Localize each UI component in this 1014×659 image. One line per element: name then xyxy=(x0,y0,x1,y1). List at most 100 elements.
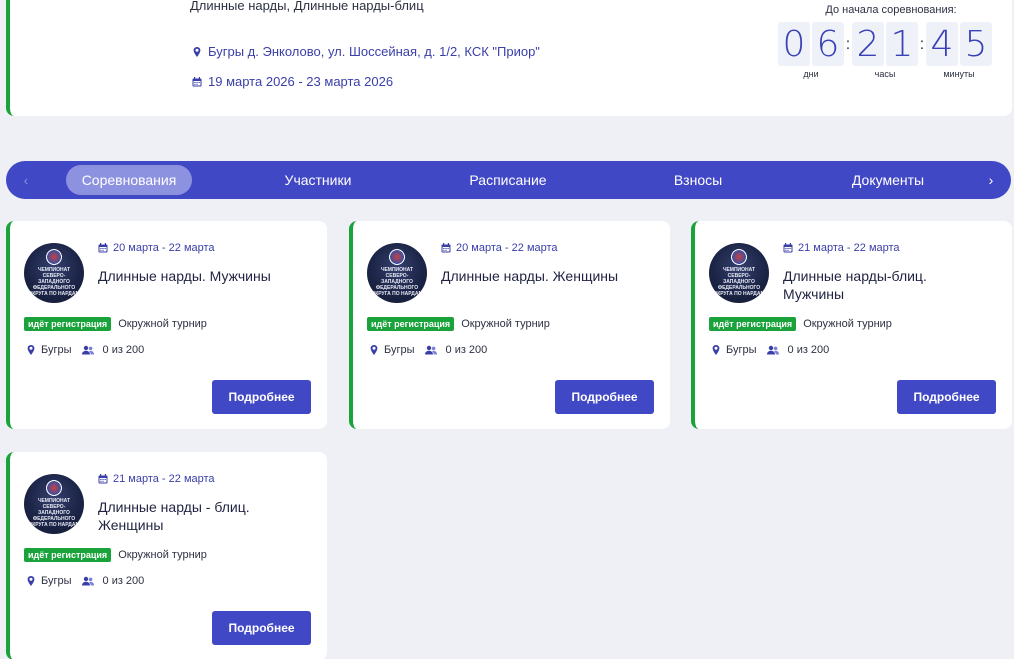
countdown-hours: 2 1 часы xyxy=(852,22,918,79)
competition-card[interactable]: ЧЕМПИОНАТ СЕВЕРО-ЗАПАДНОГО ФЕДЕРАЛЬНОГО … xyxy=(691,221,1012,429)
card-dates: 21 марта - 22 марта xyxy=(98,473,215,485)
countdown-digit: 4 xyxy=(926,22,958,66)
calendar-icon xyxy=(192,76,202,86)
map-pin-icon xyxy=(370,345,378,355)
card-dates-text: 20 марта - 22 марта xyxy=(113,242,215,254)
countdown-days: 0 6 дни xyxy=(778,22,844,79)
card-dates-text: 21 марта - 22 марта xyxy=(113,473,215,485)
countdown-digit: 6 xyxy=(812,22,844,66)
details-button[interactable]: Подробнее xyxy=(555,380,654,414)
status-badge: идёт регистрация xyxy=(709,317,797,331)
users-icon xyxy=(424,345,437,355)
calendar-icon xyxy=(441,243,451,253)
chevron-left-icon[interactable]: ‹ xyxy=(14,161,38,199)
countdown-minutes: 4 5 минуты xyxy=(926,22,992,79)
map-pin-icon xyxy=(712,345,720,355)
card-location: Бугры xyxy=(41,344,72,356)
tournament-type: Окружной турнир xyxy=(803,318,892,330)
days-label: дни xyxy=(803,69,819,79)
users-icon xyxy=(81,345,94,355)
card-location: Бугры xyxy=(726,344,757,356)
card-location: Бугры xyxy=(384,344,415,356)
tournament-dates: 19 марта 2026 - 23 марта 2026 xyxy=(192,74,393,89)
hours-label: часы xyxy=(874,69,896,79)
participant-count: 0 из 200 xyxy=(102,575,145,587)
calendar-icon xyxy=(783,243,793,253)
status-badge: идёт регистрация xyxy=(24,317,112,331)
countdown-digit: 5 xyxy=(960,22,992,66)
tournament-location[interactable]: Бугры д. Энколово, ул. Шоссейная, д. 1/2… xyxy=(192,44,540,59)
tournament-disciplines: Длинные нарды, Длинные нарды-блиц xyxy=(190,0,424,13)
championship-logo: ЧЕМПИОНАТ СЕВЕРО-ЗАПАДНОГО ФЕДЕРАЛЬНОГО … xyxy=(709,243,769,303)
minutes-label: минуты xyxy=(943,69,975,79)
card-status-row: идёт регистрация Окружной турнир xyxy=(367,317,550,331)
emblem-icon xyxy=(46,249,62,265)
dates-text: 19 марта 2026 - 23 марта 2026 xyxy=(208,74,394,89)
card-location: Бугры xyxy=(41,575,72,587)
competition-card[interactable]: ЧЕМПИОНАТ СЕВЕРО-ЗАПАДНОГО ФЕДЕРАЛЬНОГО … xyxy=(349,221,670,429)
card-dates-text: 21 марта - 22 марта xyxy=(798,242,900,254)
card-status-row: идёт регистрация Окружной турнир xyxy=(24,317,207,331)
card-meta: Бугры 0 из 200 xyxy=(369,344,487,356)
countdown-separator: : xyxy=(845,36,851,53)
card-title[interactable]: Длинные нарды. Женщины xyxy=(441,267,641,285)
users-icon xyxy=(766,345,779,355)
championship-logo: ЧЕМПИОНАТ СЕВЕРО-ЗАПАДНОГО ФЕДЕРАЛЬНОГО … xyxy=(24,474,84,534)
chevron-right-icon[interactable]: › xyxy=(979,161,1003,199)
users-icon xyxy=(81,576,94,586)
logo-text: ЧЕМПИОНАТ СЕВЕРО-ЗАПАДНОГО ФЕДЕРАЛЬНОГО … xyxy=(371,267,423,297)
details-button[interactable]: Подробнее xyxy=(212,611,311,645)
card-meta: Бугры 0 из 200 xyxy=(26,575,144,587)
logo-text: ЧЕМПИОНАТ СЕВЕРО-ЗАПАДНОГО ФЕДЕРАЛЬНОГО … xyxy=(28,498,80,528)
countdown-separator: : xyxy=(919,36,925,53)
emblem-icon xyxy=(46,480,62,496)
calendar-icon xyxy=(98,243,108,253)
section-tabs: ‹ Соревнования Участники Расписание Взно… xyxy=(6,161,1011,199)
map-pin-icon xyxy=(27,576,35,586)
status-badge: идёт регистрация xyxy=(367,317,455,331)
tab-participants[interactable]: Участники xyxy=(258,165,378,195)
card-dates: 20 марта - 22 марта xyxy=(98,242,215,254)
championship-logo: ЧЕМПИОНАТ СЕВЕРО-ЗАПАДНОГО ФЕДЕРАЛЬНОГО … xyxy=(367,243,427,303)
emblem-icon xyxy=(731,249,747,265)
championship-logo: ЧЕМПИОНАТ СЕВЕРО-ЗАПАДНОГО ФЕДЕРАЛЬНОГО … xyxy=(24,243,84,303)
details-button[interactable]: Подробнее xyxy=(897,380,996,414)
tab-documents[interactable]: Документы xyxy=(828,165,948,195)
status-badge: идёт регистрация xyxy=(24,548,112,562)
logo-text: ЧЕМПИОНАТ СЕВЕРО-ЗАПАДНОГО ФЕДЕРАЛЬНОГО … xyxy=(713,267,765,297)
card-meta: Бугры 0 из 200 xyxy=(26,344,144,356)
card-dates: 20 марта - 22 марта xyxy=(441,242,558,254)
card-title[interactable]: Длинные нарды - блиц. Женщины xyxy=(98,498,298,534)
countdown-digit: 0 xyxy=(778,22,810,66)
tournament-info-card: Длинные нарды, Длинные нарды-блиц Бугры … xyxy=(6,0,1012,116)
tournament-type: Окружной турнир xyxy=(118,318,207,330)
emblem-icon xyxy=(389,249,405,265)
card-title[interactable]: Длинные нарды-блиц. Мужчины xyxy=(783,267,983,303)
details-button[interactable]: Подробнее xyxy=(212,380,311,414)
countdown-label: До начала соревнования: xyxy=(825,4,957,16)
logo-text: ЧЕМПИОНАТ СЕВЕРО-ЗАПАДНОГО ФЕДЕРАЛЬНОГО … xyxy=(28,267,80,297)
competition-card[interactable]: ЧЕМПИОНАТ СЕВЕРО-ЗАПАДНОГО ФЕДЕРАЛЬНОГО … xyxy=(6,221,327,429)
countdown-digit: 2 xyxy=(852,22,884,66)
tab-fees[interactable]: Взносы xyxy=(638,165,758,195)
card-title[interactable]: Длинные нарды. Мужчины xyxy=(98,267,298,285)
card-status-row: идёт регистрация Окружной турнир xyxy=(709,317,892,331)
calendar-icon xyxy=(98,474,108,484)
participant-count: 0 из 200 xyxy=(445,344,488,356)
countdown-digit: 1 xyxy=(886,22,918,66)
tab-competitions[interactable]: Соревнования xyxy=(66,165,192,195)
participant-count: 0 из 200 xyxy=(102,344,145,356)
card-dates-text: 20 марта - 22 марта xyxy=(456,242,558,254)
card-dates: 21 марта - 22 марта xyxy=(783,242,900,254)
tournament-type: Окружной турнир xyxy=(461,318,550,330)
card-meta: Бугры 0 из 200 xyxy=(711,344,829,356)
map-pin-icon xyxy=(27,345,35,355)
tab-schedule[interactable]: Расписание xyxy=(448,165,568,195)
map-pin-icon xyxy=(193,46,201,57)
card-status-row: идёт регистрация Окружной турнир xyxy=(24,548,207,562)
participant-count: 0 из 200 xyxy=(787,344,830,356)
location-text: Бугры д. Энколово, ул. Шоссейная, д. 1/2… xyxy=(208,44,540,59)
tournament-type: Окружной турнир xyxy=(118,549,207,561)
competition-card[interactable]: ЧЕМПИОНАТ СЕВЕРО-ЗАПАДНОГО ФЕДЕРАЛЬНОГО … xyxy=(6,452,327,659)
countdown-timer: До начала соревнования: 0 6 дни : 2 1 ча… xyxy=(778,4,1004,79)
